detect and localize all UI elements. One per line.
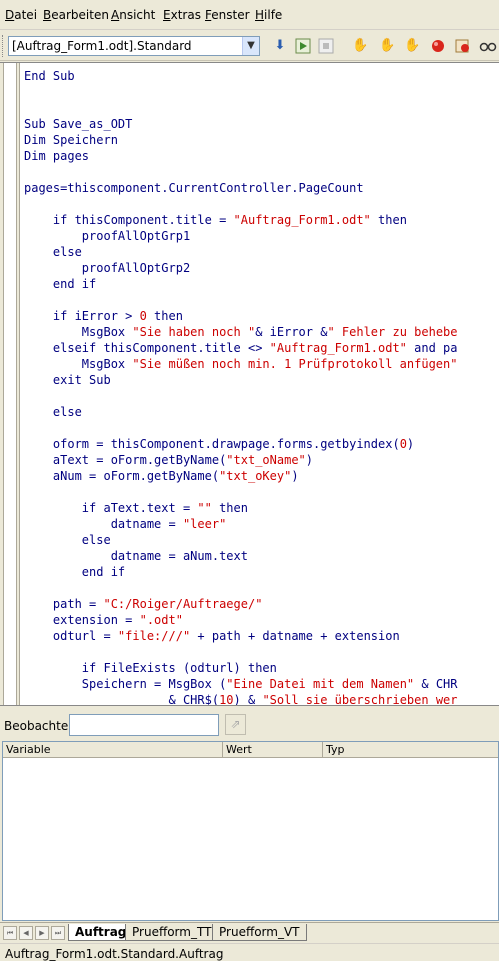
code-line: MsgBox "Sie müßen noch min. 1 Prüfprotok… [24, 357, 458, 371]
remove-watch-button[interactable]: ⇗ [225, 714, 246, 735]
toolbar-grip[interactable] [2, 35, 5, 57]
menu-bar: Datei Bearbeiten Ansicht Extras Fenster … [0, 0, 499, 30]
code-line: end if [24, 277, 97, 291]
code-line: aText = oForm.getByName("txt_oName") [24, 453, 314, 467]
step-into-icon[interactable]: ✋ [352, 38, 368, 54]
code-line: Dim Speichern [24, 133, 118, 147]
basic-code-editor[interactable]: End Sub Sub Save_as_ODT Dim Speichern Dim … [0, 62, 499, 706]
stop-icon[interactable] [318, 38, 334, 54]
watch-window: Beobachter: ⇗ Variable Wert Typ [0, 707, 499, 921]
code-line: end if [24, 565, 126, 579]
macro-toolbar: [Auftrag_Form1.odt].Standard ▼ ⬇ ✋ ✋ ✋ [0, 31, 499, 61]
menu-datei[interactable]: Datei [5, 8, 37, 22]
code-line: proofAllOptGrp2 [24, 261, 191, 275]
step-out-icon[interactable]: ✋ [404, 38, 420, 54]
code-line: pages=thiscomponent.CurrentController.Pa… [24, 181, 364, 195]
tab-auftrag[interactable]: Auftrag [68, 924, 134, 941]
breakpoint-icon[interactable] [430, 38, 446, 54]
breakpoint-gutter[interactable] [0, 63, 20, 705]
code-line: odturl = "file:///" + path + datname + e… [24, 629, 400, 643]
module-tabs-bar: ⏮ ◀ ▶ ⏭ Auftrag Pruefform_TT Pruefform_V… [0, 922, 499, 942]
code-line: & CHR$(10) & "Soll sie überschrieben wer [24, 693, 458, 706]
watch-label: Beobachter: [4, 719, 77, 733]
code-line: aNum = oForm.getByName("txt_oKey") [24, 469, 299, 483]
code-line: else [24, 405, 82, 419]
previous-tab-icon[interactable]: ◀ [19, 926, 33, 940]
library-select[interactable]: [Auftrag_Form1.odt].Standard ▼ [8, 36, 260, 56]
column-variable[interactable]: Variable [3, 742, 223, 758]
manage-breakpoints-icon[interactable] [455, 38, 471, 54]
code-line: proofAllOptGrp1 [24, 229, 191, 243]
last-tab-icon[interactable]: ⏭ [51, 926, 65, 940]
watch-input[interactable] [69, 714, 219, 736]
step-over-icon[interactable]: ✋ [379, 38, 395, 54]
code-line: extension = ".odt" [24, 613, 183, 627]
code-line: if aText.text = "" then [24, 501, 248, 515]
code-line: datname = "leer" [24, 517, 227, 531]
code-line: elseif thisComponent.title <> "Auftrag_F… [24, 341, 458, 355]
status-bar: Auftrag_Form1.odt.Standard.Auftrag [0, 943, 499, 961]
code-line: oform = thisComponent.drawpage.forms.get… [24, 437, 415, 451]
code-line: End Sub [24, 69, 75, 83]
code-line: else [24, 245, 82, 259]
menu-extras[interactable]: Extras [163, 8, 201, 22]
watch-table[interactable]: Variable Wert Typ [2, 741, 499, 921]
status-text: Auftrag_Form1.odt.Standard.Auftrag [5, 947, 224, 961]
menu-bearbeiten[interactable]: Bearbeiten [43, 8, 109, 22]
menu-ansicht[interactable]: Ansicht [111, 8, 155, 22]
library-select-value: [Auftrag_Form1.odt].Standard [12, 39, 192, 53]
code-line: datname = aNum.text [24, 549, 248, 563]
code-line: if FileExists (odturl) then [24, 661, 277, 675]
tab-pruefform-tt[interactable]: Pruefform_TT [125, 924, 219, 941]
tab-pruefform-vt[interactable]: Pruefform_VT [212, 924, 307, 941]
run-icon[interactable] [295, 38, 311, 54]
compile-icon[interactable]: ⬇ [272, 38, 288, 54]
code-line: Speichern = MsgBox ("Eine Datei mit dem … [24, 677, 458, 691]
menu-hilfe[interactable]: Hilfe [255, 8, 282, 22]
code-line: if iError > 0 then [24, 309, 183, 323]
code-text[interactable]: End Sub Sub Save_as_ODT Dim Speichern Dim … [24, 68, 458, 706]
remove-watch-icon: ⇗ [230, 717, 241, 731]
watch-icon[interactable] [479, 38, 497, 54]
watch-table-header: Variable Wert Typ [3, 742, 498, 758]
column-typ[interactable]: Typ [323, 742, 499, 758]
next-tab-icon[interactable]: ▶ [35, 926, 49, 940]
code-line: exit Sub [24, 373, 111, 387]
chevron-down-icon[interactable]: ▼ [242, 37, 259, 55]
code-line: MsgBox "Sie haben noch "& iError &" Fehl… [24, 325, 458, 339]
menu-fenster[interactable]: Fenster [205, 8, 250, 22]
code-line: else [24, 533, 111, 547]
first-tab-icon[interactable]: ⏮ [3, 926, 17, 940]
code-line: if thisComponent.title = "Auftrag_Form1.… [24, 213, 407, 227]
column-wert[interactable]: Wert [223, 742, 323, 758]
code-line: Sub Save_as_ODT [24, 117, 133, 131]
code-line: path = "C:/Roiger/Auftraege/" [24, 597, 263, 611]
gutter-strip [3, 63, 17, 705]
code-line: Dim pages [24, 149, 90, 163]
